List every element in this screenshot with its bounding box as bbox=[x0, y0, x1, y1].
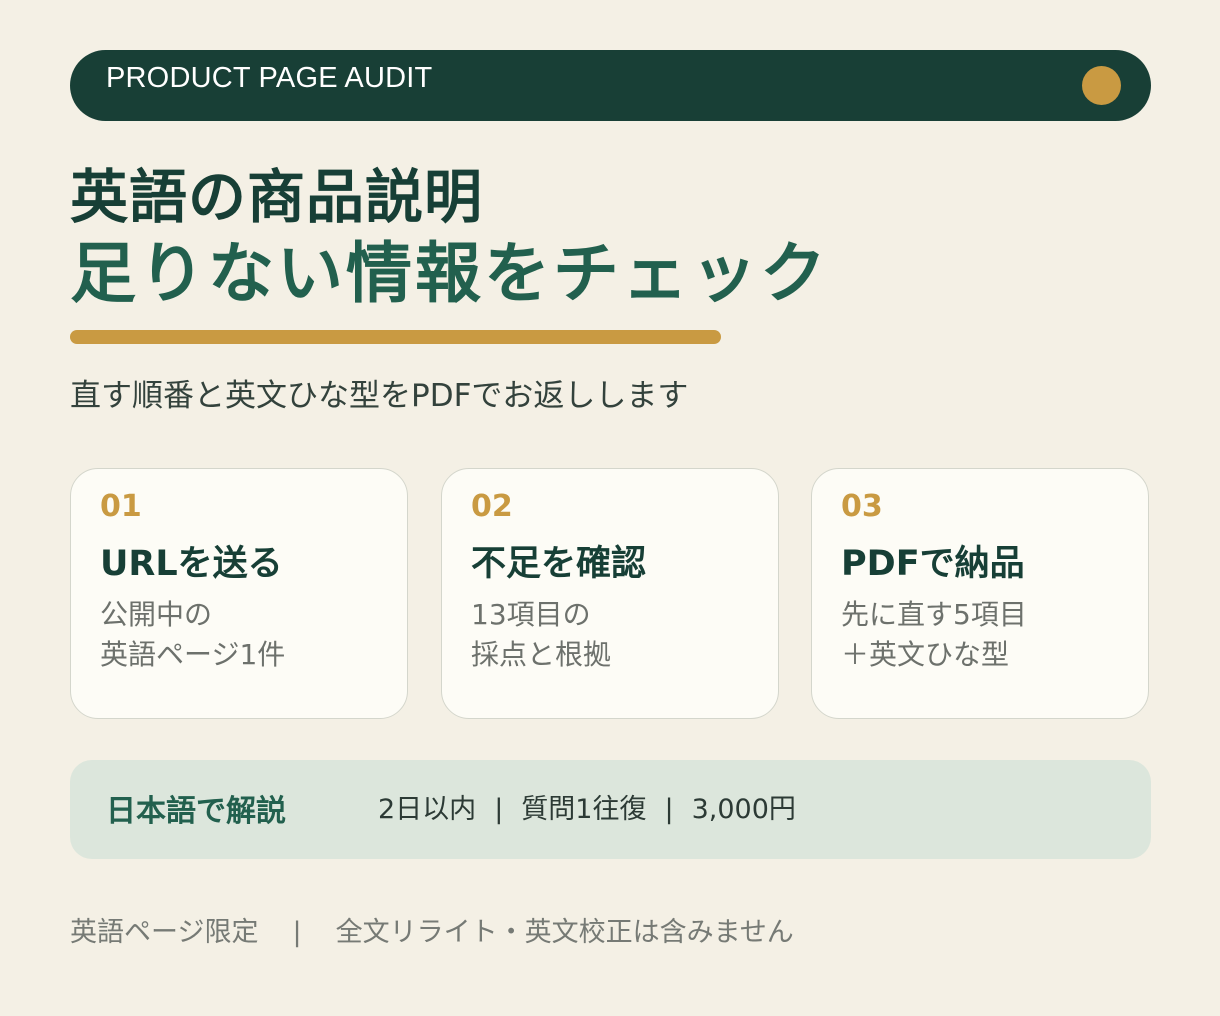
header-label: PRODUCT PAGE AUDIT bbox=[106, 62, 433, 94]
headline: 英語の商品説明 足りない情報をチェック bbox=[70, 160, 829, 314]
footer-scope: 英語ページ限定 bbox=[70, 917, 259, 948]
step-description-line: 13項目の bbox=[471, 598, 591, 631]
accent-underline bbox=[70, 330, 721, 344]
subtitle: 直す順番と英文ひな型をPDFでお返しします bbox=[70, 378, 689, 414]
step-card-3: 03 PDFで納品 先に直す5項目 ＋英文ひな型 bbox=[811, 468, 1149, 719]
step-description-line: 英語ページ1件 bbox=[100, 638, 286, 671]
headline-line-2: 足りない情報をチェック bbox=[70, 235, 829, 312]
turnaround-text: 2日以内 bbox=[378, 794, 477, 825]
step-description: 公開中の 英語ページ1件 bbox=[100, 595, 285, 675]
header-banner: PRODUCT PAGE AUDIT bbox=[70, 50, 1151, 121]
step-title: URLを送る bbox=[100, 544, 283, 584]
info-band: 日本語で解説 2日以内 | 質問1往復 | 3,000円 bbox=[70, 760, 1151, 859]
step-description-line: 公開中の bbox=[100, 598, 213, 631]
footer-note: 英語ページ限定 | 全文リライト・英文校正は含みません bbox=[70, 910, 794, 949]
info-details: 2日以内 | 質問1往復 | 3,000円 bbox=[378, 787, 796, 826]
step-title: PDFで納品 bbox=[841, 544, 1025, 584]
price-text: 3,000円 bbox=[691, 794, 796, 825]
separator: | bbox=[292, 917, 302, 948]
step-card-1: 01 URLを送る 公開中の 英語ページ1件 bbox=[70, 468, 408, 719]
separator: | bbox=[494, 794, 504, 825]
step-card-2: 02 不足を確認 13項目の 採点と根拠 bbox=[441, 468, 779, 719]
step-number: 03 bbox=[841, 489, 883, 524]
step-description-line: 先に直す5項目 bbox=[841, 598, 1027, 631]
step-description-line: ＋英文ひな型 bbox=[841, 638, 1010, 671]
info-label: 日本語で解説 bbox=[106, 794, 286, 829]
step-number: 02 bbox=[471, 489, 513, 524]
step-description: 先に直す5項目 ＋英文ひな型 bbox=[841, 595, 1027, 675]
step-title: 不足を確認 bbox=[471, 544, 647, 584]
step-number: 01 bbox=[100, 489, 142, 524]
headline-line-1: 英語の商品説明 bbox=[70, 163, 484, 231]
footer-exclusion: 全文リライト・英文校正は含みません bbox=[335, 917, 794, 948]
step-description-line: 採点と根拠 bbox=[471, 638, 612, 671]
questions-text: 質問1往復 bbox=[521, 794, 647, 825]
step-description: 13項目の 採点と根拠 bbox=[471, 595, 611, 675]
separator: | bbox=[664, 794, 674, 825]
gold-dot-icon bbox=[1082, 66, 1121, 105]
